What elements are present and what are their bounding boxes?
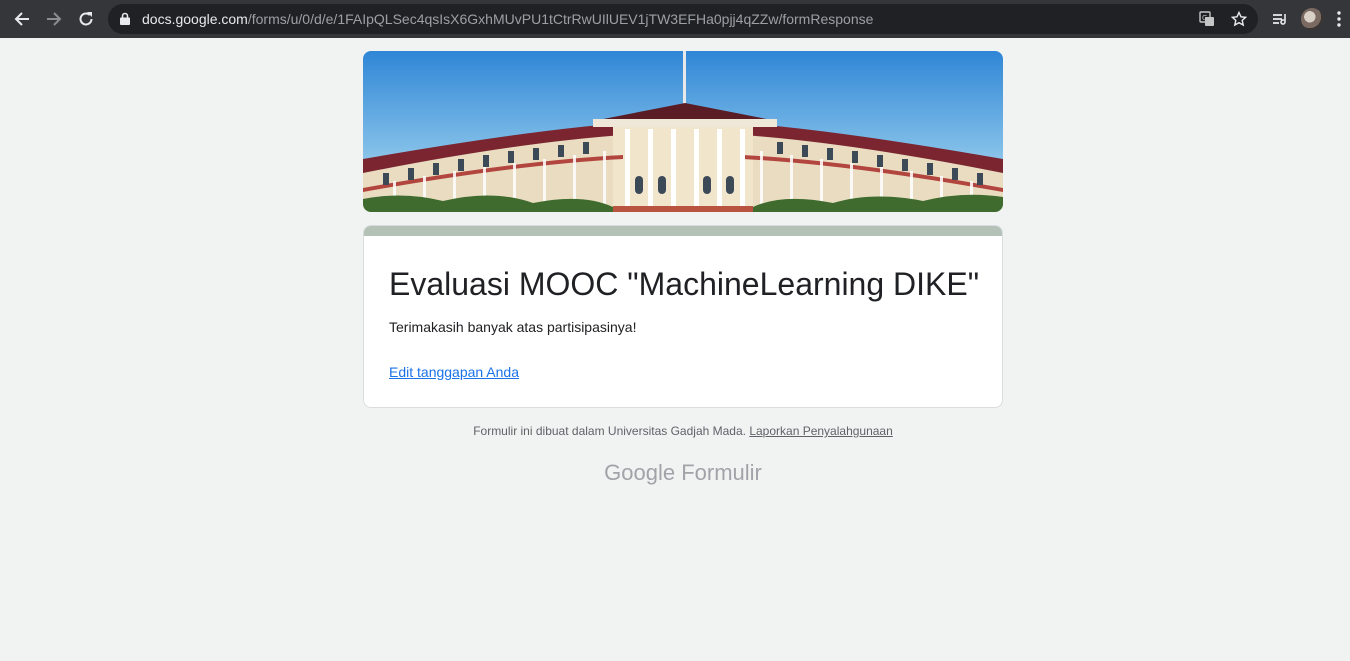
confirmation-message: Terimakasih banyak atas partisipasinya!	[389, 319, 637, 335]
reading-list-icon[interactable]	[1268, 7, 1292, 31]
lock-icon[interactable]	[120, 12, 130, 30]
form-title: Evaluasi MOOC "MachineLearning DIKE"	[389, 266, 980, 302]
edit-response-link[interactable]: Edit tanggapan Anda	[389, 364, 519, 380]
translate-icon[interactable]: G	[1199, 11, 1215, 32]
footer-note: Formulir ini dibuat dalam Universitas Ga…	[0, 424, 1350, 438]
url-text[interactable]: docs.google.com/forms/u/0/d/e/1FAIpQLSec…	[142, 11, 873, 27]
footer-note-text: Formulir ini dibuat dalam Universitas Ga…	[473, 424, 746, 438]
form-header-image	[363, 51, 1003, 212]
url-host: docs.google.com	[142, 11, 248, 27]
reload-icon[interactable]	[74, 7, 98, 31]
google-forms-logo[interactable]: Google Formulir	[0, 460, 1350, 486]
brand-product: Formulir	[681, 460, 762, 485]
back-arrow-icon[interactable]	[10, 7, 34, 31]
report-abuse-link[interactable]: Laporkan Penyalahgunaan	[749, 424, 892, 438]
svg-text:G: G	[1202, 14, 1207, 22]
forward-arrow-icon[interactable]	[42, 7, 66, 31]
url-path: /forms/u/0/d/e/1FAIpQLSec4qsIsX6GxhMUvPU…	[247, 11, 874, 27]
card-accent-bar	[364, 226, 1002, 236]
confirmation-card: Evaluasi MOOC "MachineLearning DIKE" Ter…	[363, 225, 1003, 408]
brand-google: Google	[604, 460, 676, 485]
browser-toolbar: docs.google.com/forms/u/0/d/e/1FAIpQLSec…	[0, 0, 1350, 38]
address-bar[interactable]: docs.google.com/forms/u/0/d/e/1FAIpQLSec…	[108, 4, 1258, 34]
menu-icon[interactable]	[1332, 7, 1346, 31]
avatar[interactable]	[1301, 8, 1323, 30]
star-icon[interactable]	[1230, 10, 1248, 32]
